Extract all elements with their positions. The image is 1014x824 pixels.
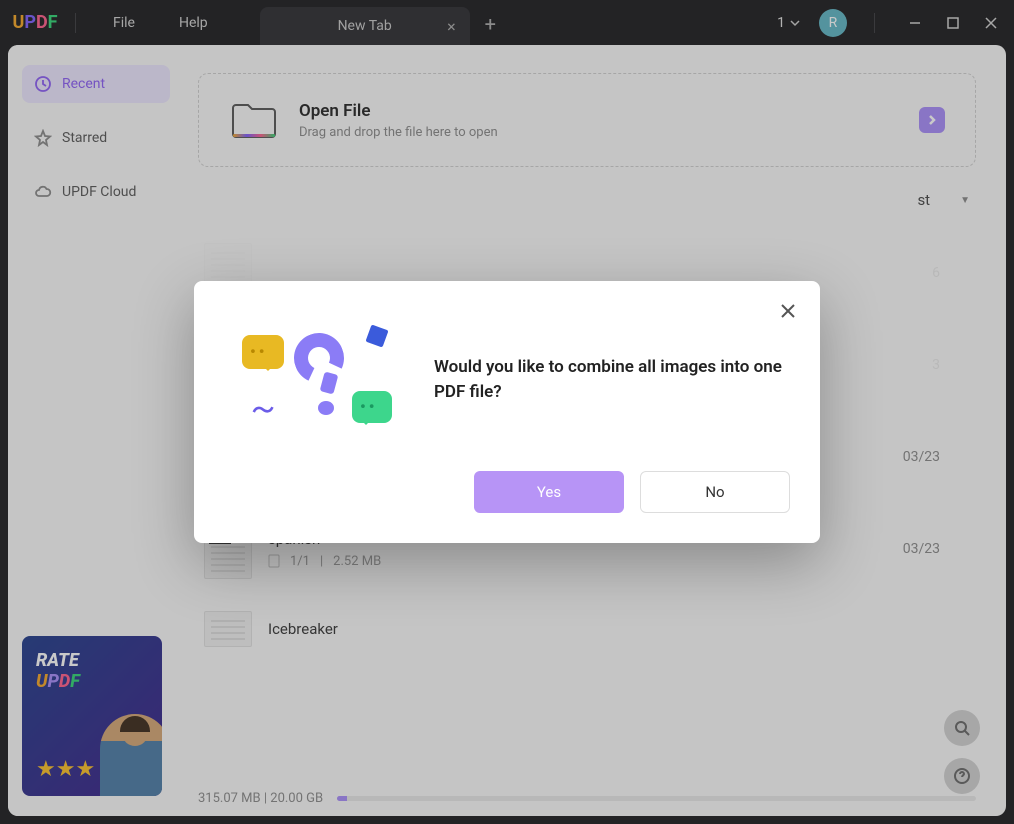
- dialog-yes-button[interactable]: Yes: [474, 471, 624, 513]
- modal-overlay: •• •• ～ Would you like to combine all im…: [0, 0, 1014, 824]
- dialog-message: Would you like to combine all images int…: [434, 355, 790, 406]
- combine-images-dialog: •• •• ～ Would you like to combine all im…: [194, 281, 820, 543]
- dialog-close-button[interactable]: [776, 299, 800, 323]
- close-icon: [779, 302, 797, 320]
- dialog-no-button[interactable]: No: [640, 471, 790, 513]
- dialog-illustration: •• •• ～: [224, 325, 404, 435]
